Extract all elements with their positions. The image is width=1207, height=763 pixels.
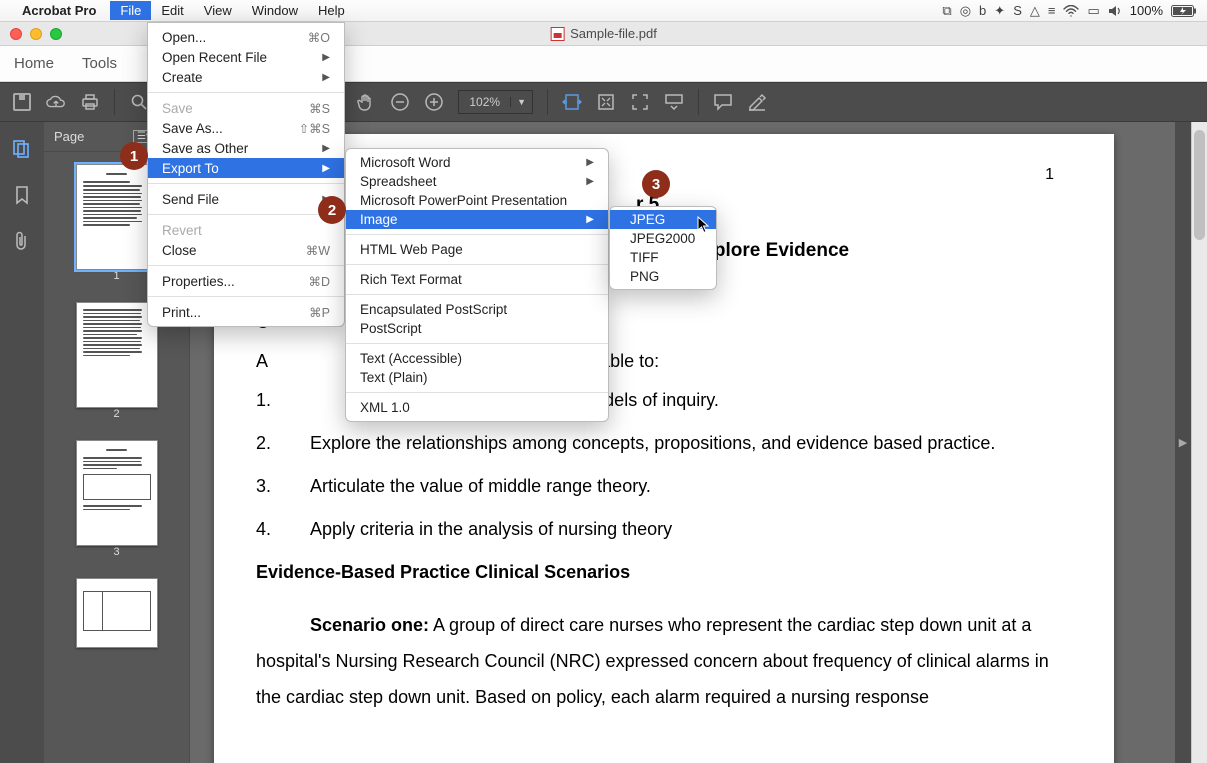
page-number: 1 bbox=[1045, 166, 1054, 184]
window-title: Sample-file.pdf bbox=[550, 26, 657, 41]
mouse-cursor bbox=[697, 216, 711, 234]
zoom-value: 102% bbox=[459, 95, 510, 109]
thumbnail-label: 2 bbox=[76, 408, 158, 420]
thumbnail-label: 1 bbox=[76, 270, 158, 282]
menu-properties[interactable]: Properties...⌘D bbox=[148, 271, 344, 291]
list-item: 4.Apply criteria in the analysis of nurs… bbox=[256, 519, 1072, 540]
export-to-submenu: Microsoft Word▶ Spreadsheet▶ Microsoft P… bbox=[345, 148, 609, 422]
thumbnail-page-2[interactable] bbox=[76, 302, 158, 408]
dropbox-icon[interactable]: ⧉ bbox=[942, 3, 951, 19]
close-window-button[interactable] bbox=[10, 28, 22, 40]
menu-view[interactable]: View bbox=[194, 1, 242, 20]
battery-icon[interactable] bbox=[1171, 5, 1197, 17]
tab-home[interactable]: Home bbox=[14, 55, 54, 72]
bookmarks-icon[interactable] bbox=[11, 184, 33, 206]
export-rtf[interactable]: Rich Text Format bbox=[346, 270, 608, 289]
thumbnails-panel-icon[interactable] bbox=[11, 138, 33, 160]
s-icon[interactable]: S bbox=[1013, 3, 1022, 18]
menu-help[interactable]: Help bbox=[308, 1, 355, 20]
export-image[interactable]: Image▶ bbox=[346, 210, 608, 229]
right-panel-toggle[interactable]: ▶ bbox=[1175, 122, 1191, 763]
export-xml[interactable]: XML 1.0 bbox=[346, 398, 608, 417]
thumbnail-page-3[interactable] bbox=[76, 440, 158, 546]
read-mode-icon[interactable] bbox=[664, 92, 684, 112]
menu-open[interactable]: Open...⌘O bbox=[148, 27, 344, 47]
annotation-badge-1: 1 bbox=[120, 142, 148, 170]
window-filename: Sample-file.pdf bbox=[570, 26, 657, 41]
list-item: 3.Articulate the value of middle range t… bbox=[256, 476, 1072, 497]
print-icon[interactable] bbox=[80, 92, 100, 112]
export-text-plain[interactable]: Text (Plain) bbox=[346, 368, 608, 387]
export-word[interactable]: Microsoft Word▶ bbox=[346, 153, 608, 172]
menu-save-other[interactable]: Save as Other▶ bbox=[148, 138, 344, 158]
cc-icon[interactable]: ◎ bbox=[960, 3, 971, 19]
highlight-icon[interactable] bbox=[747, 92, 767, 112]
annotation-badge-2: 2 bbox=[318, 196, 346, 224]
menu-save: Save⌘S bbox=[148, 98, 344, 118]
menu-extra-icon[interactable]: ≡ bbox=[1048, 3, 1056, 18]
export-png[interactable]: PNG bbox=[610, 267, 716, 286]
menu-file[interactable]: File bbox=[110, 1, 151, 20]
zoom-dropdown[interactable]: 102%▼ bbox=[458, 90, 533, 114]
display-icon[interactable]: ▭ bbox=[1087, 3, 1099, 19]
menu-export-to[interactable]: Export To▶ bbox=[148, 158, 344, 178]
tab-tools[interactable]: Tools bbox=[82, 55, 117, 72]
traffic-lights bbox=[0, 28, 62, 40]
menu-revert: Revert bbox=[148, 220, 344, 240]
thumbnails-header: Page bbox=[54, 129, 84, 144]
zoom-in-icon[interactable] bbox=[424, 92, 444, 112]
hand-tool-icon[interactable] bbox=[356, 92, 376, 112]
export-tiff[interactable]: TIFF bbox=[610, 248, 716, 267]
fit-width-icon[interactable] bbox=[562, 92, 582, 112]
menu-edit[interactable]: Edit bbox=[151, 1, 193, 20]
fullscreen-icon[interactable] bbox=[630, 92, 650, 112]
menu-open-recent[interactable]: Open Recent File▶ bbox=[148, 47, 344, 67]
volume-icon[interactable] bbox=[1108, 5, 1122, 17]
export-text-acc[interactable]: Text (Accessible) bbox=[346, 349, 608, 368]
zoom-window-button[interactable] bbox=[50, 28, 62, 40]
b-icon[interactable]: b bbox=[979, 3, 986, 18]
wifi-icon[interactable] bbox=[1063, 5, 1079, 17]
export-html[interactable]: HTML Web Page bbox=[346, 240, 608, 259]
menu-send-file[interactable]: Send File▶ bbox=[148, 189, 344, 209]
menu-close[interactable]: Close⌘W bbox=[148, 240, 344, 260]
app-name[interactable]: Acrobat Pro bbox=[22, 3, 96, 18]
thumbnail-page-4[interactable] bbox=[76, 578, 158, 648]
thumbnail-label: 3 bbox=[76, 546, 158, 558]
export-eps[interactable]: Encapsulated PostScript bbox=[346, 300, 608, 319]
export-spreadsheet[interactable]: Spreadsheet▶ bbox=[346, 172, 608, 191]
mac-menubar: Acrobat Pro File Edit View Window Help ⧉… bbox=[0, 0, 1207, 22]
drive-icon[interactable]: △ bbox=[1030, 3, 1040, 19]
fit-page-icon[interactable] bbox=[596, 92, 616, 112]
attachments-icon[interactable] bbox=[11, 230, 33, 252]
thumbnail-page-1[interactable] bbox=[76, 164, 158, 270]
pdf-file-icon bbox=[550, 27, 564, 41]
cloud-upload-icon[interactable] bbox=[46, 92, 66, 112]
menu-create[interactable]: Create▶ bbox=[148, 67, 344, 87]
zoom-out-icon[interactable] bbox=[390, 92, 410, 112]
export-ppt[interactable]: Microsoft PowerPoint Presentation bbox=[346, 191, 608, 210]
minimize-window-button[interactable] bbox=[30, 28, 42, 40]
menu-window[interactable]: Window bbox=[242, 1, 308, 20]
battery-percent[interactable]: 100% bbox=[1130, 3, 1163, 18]
export-ps[interactable]: PostScript bbox=[346, 319, 608, 338]
chevron-down-icon: ▼ bbox=[510, 97, 532, 107]
menu-save-as[interactable]: Save As...⇧⌘S bbox=[148, 118, 344, 138]
vertical-scrollbar[interactable] bbox=[1191, 122, 1207, 763]
evernote-icon[interactable]: ✦ bbox=[994, 3, 1005, 19]
comment-icon[interactable] bbox=[713, 92, 733, 112]
left-rail bbox=[0, 122, 44, 763]
scrollbar-thumb[interactable] bbox=[1194, 130, 1205, 240]
scenario-paragraph: Scenario one: A group of direct care nur… bbox=[256, 607, 1072, 715]
annotation-badge-3: 3 bbox=[642, 170, 670, 198]
ebp-heading: Evidence-Based Practice Clinical Scenari… bbox=[256, 562, 1072, 583]
menu-print[interactable]: Print...⌘P bbox=[148, 302, 344, 322]
list-item: 2.Explore the relationships among concep… bbox=[256, 433, 1072, 454]
search-icon[interactable] bbox=[129, 92, 149, 112]
file-menu-dropdown: Open...⌘O Open Recent File▶ Create▶ Save… bbox=[147, 22, 345, 327]
save-icon[interactable] bbox=[12, 92, 32, 112]
menubar-status-area: ⧉ ◎ b ✦ S △ ≡ ▭ 100% bbox=[942, 3, 1197, 19]
